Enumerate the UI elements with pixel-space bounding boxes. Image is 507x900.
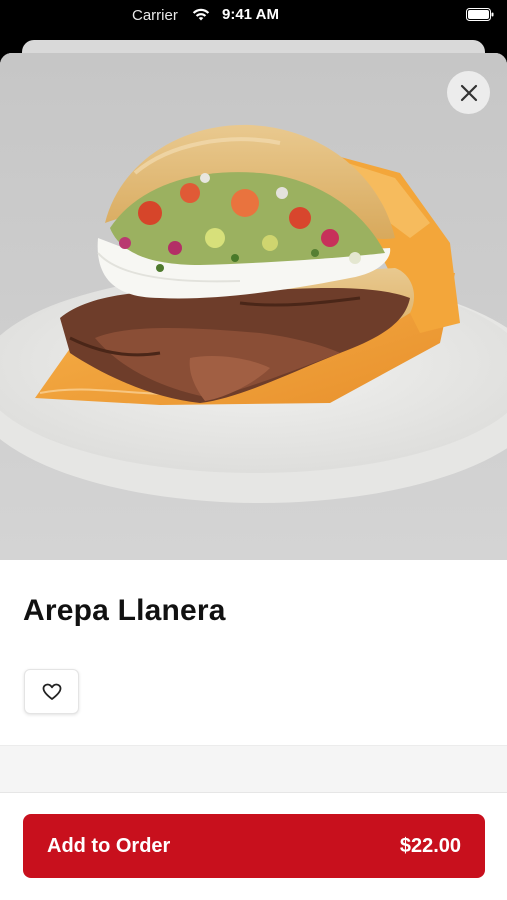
product-image [0,53,507,560]
section-divider [0,745,507,793]
arepa-photo [0,53,507,560]
price-label: $22.00 [399,834,461,857]
product-title: Arepa Llanera [23,594,226,627]
favorite-button[interactable] [24,669,79,714]
heart-icon [42,683,61,700]
carrier-label: Carrier [132,7,178,24]
add-to-order-button[interactable]: Add to Order $22.00 [23,814,485,878]
wifi-icon [192,8,210,21]
close-icon [460,84,477,101]
clock: 9:41 AM [222,6,279,23]
close-button[interactable] [447,71,490,114]
battery-icon [466,8,494,21]
product-sheet: Arepa Llanera Add to Order $22.00 [0,53,507,900]
status-bar: Carrier 9:41 AM [0,0,507,42]
add-to-order-label: Add to Order [47,834,171,857]
